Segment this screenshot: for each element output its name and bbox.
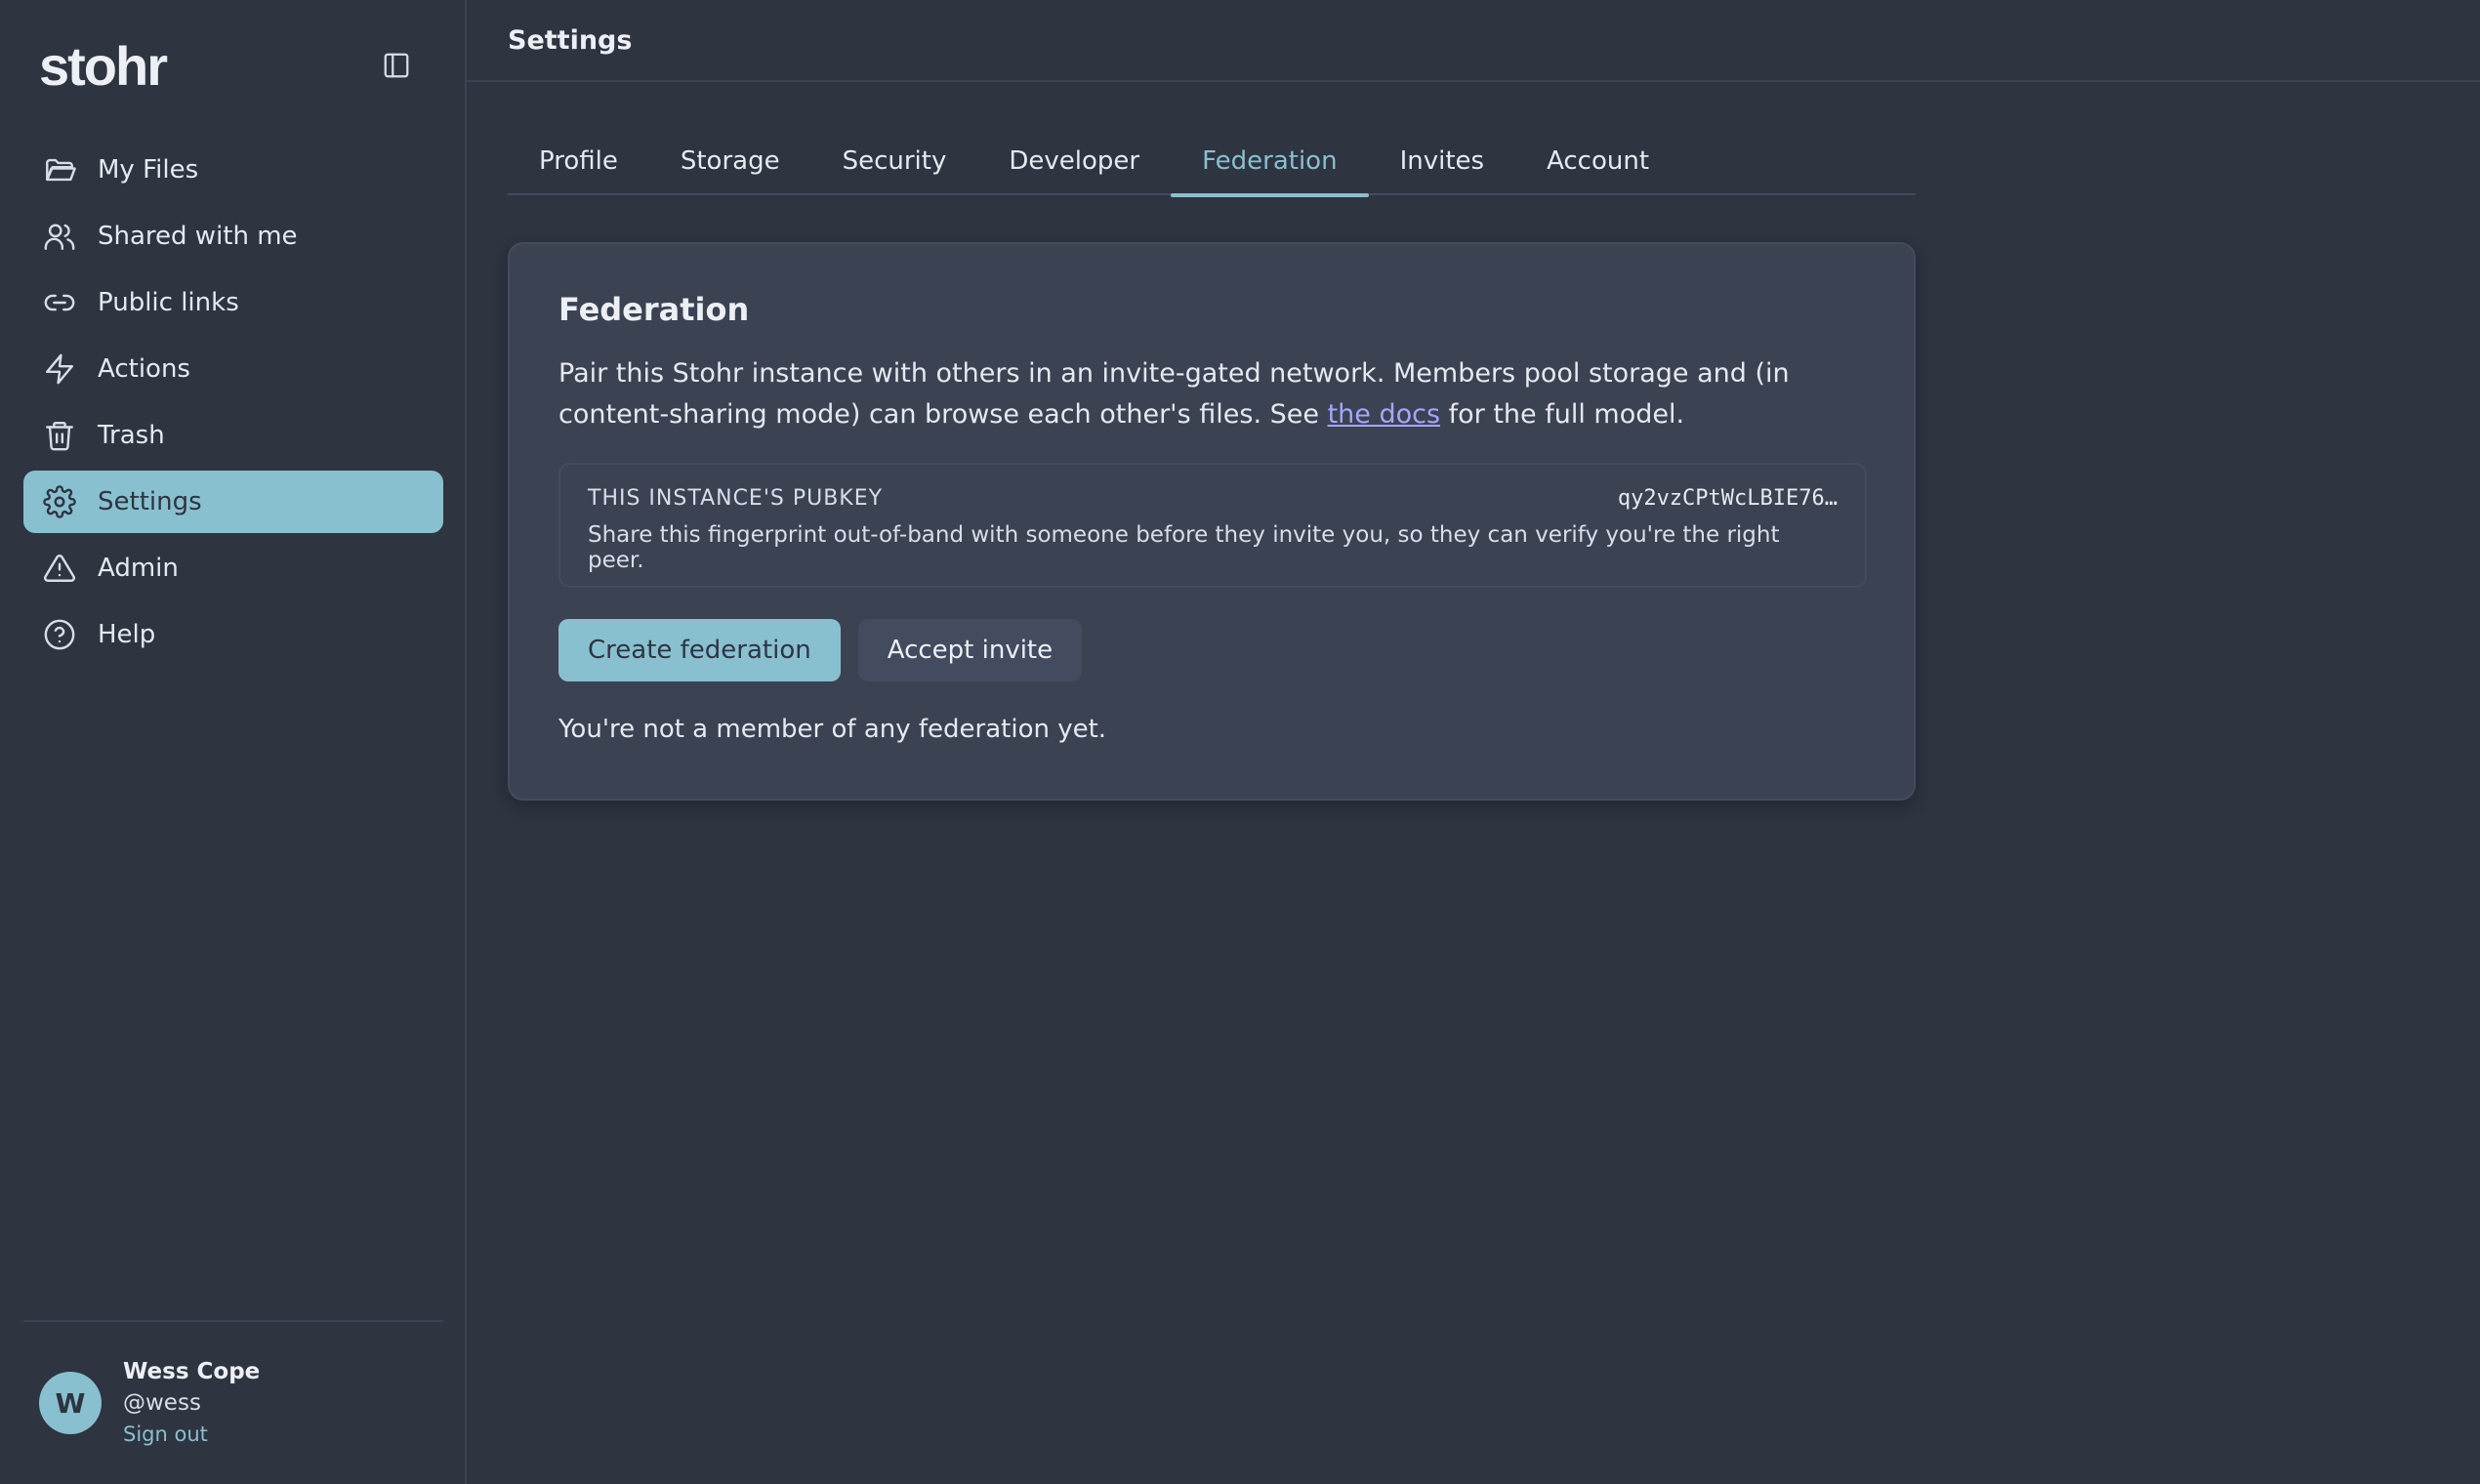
tab-security[interactable]: Security <box>811 127 978 195</box>
pubkey-label: THIS INSTANCE'S PUBKEY <box>588 486 884 511</box>
link-icon <box>41 284 78 321</box>
sidebar-item-label: Actions <box>98 354 190 384</box>
user-handle: @wess <box>123 1390 201 1416</box>
card-description: Pair this Stohr instance with others in … <box>558 353 1867 435</box>
tab-developer[interactable]: Developer <box>977 127 1171 195</box>
docs-link[interactable]: the docs <box>1328 399 1440 430</box>
pubkey-help-text: Share this fingerprint out-of-band with … <box>588 522 1780 573</box>
sidebar-toggle-button[interactable] <box>373 42 420 89</box>
federation-actions: Create federation Accept invite <box>558 619 1865 681</box>
sidebar-item-label: Help <box>98 620 156 649</box>
sidebar-item-label: Settings <box>98 487 202 516</box>
sidebar: stohr My Files Shared with me Public lin… <box>0 0 467 1484</box>
user-info: Wess Cope @wess Sign out <box>123 1356 260 1450</box>
sidebar-item-my-files[interactable]: My Files <box>23 139 443 201</box>
trash-icon <box>41 417 78 454</box>
tab-storage[interactable]: Storage <box>649 127 811 195</box>
page-title: Settings <box>508 24 633 56</box>
sidebar-item-trash[interactable]: Trash <box>23 404 443 467</box>
create-federation-button[interactable]: Create federation <box>558 619 841 681</box>
sidebar-item-label: Admin <box>98 554 179 583</box>
card-title: Federation <box>558 291 750 328</box>
help-icon <box>41 616 78 653</box>
sidebar-item-label: Trash <box>98 421 165 450</box>
tab-invites[interactable]: Invites <box>1369 127 1516 195</box>
federation-card: Federation Pair this Stohr instance with… <box>508 242 1916 801</box>
settings-tabs: Profile Storage Security Developer Feder… <box>508 127 1916 197</box>
empty-state-message: You're not a member of any federation ye… <box>558 715 1107 744</box>
pubkey-row: THIS INSTANCE'S PUBKEY qy2vzCPtWcLBIE76… <box>588 486 1838 511</box>
brand-row: stohr <box>39 29 430 102</box>
sidebar-item-label: Public links <box>98 288 239 317</box>
gear-icon <box>41 483 78 520</box>
sidebar-item-actions[interactable]: Actions <box>23 338 443 400</box>
avatar[interactable]: W <box>39 1372 102 1434</box>
sidebar-item-shared-with-me[interactable]: Shared with me <box>23 205 443 268</box>
sidebar-nav: My Files Shared with me Public links Act… <box>23 139 443 670</box>
tab-federation[interactable]: Federation <box>1171 127 1370 197</box>
sign-out-link[interactable]: Sign out <box>123 1419 260 1450</box>
sidebar-toggle-icon <box>382 51 411 80</box>
warning-icon <box>41 550 78 587</box>
sidebar-item-settings[interactable]: Settings <box>23 471 443 533</box>
sidebar-item-public-links[interactable]: Public links <box>23 271 443 334</box>
users-icon <box>41 218 78 255</box>
tab-profile[interactable]: Profile <box>508 127 649 195</box>
user-name: Wess Cope <box>123 1359 261 1384</box>
sidebar-item-admin[interactable]: Admin <box>23 537 443 599</box>
lightning-icon <box>41 350 78 388</box>
sidebar-item-help[interactable]: Help <box>23 603 443 666</box>
description-text-end: for the full model. <box>1440 399 1685 430</box>
brand-logo[interactable]: stohr <box>39 34 168 98</box>
sidebar-item-label: Shared with me <box>98 222 298 251</box>
folder-icon <box>41 151 78 188</box>
main-content: Settings Profile Storage Security Develo… <box>467 0 2480 1484</box>
pubkey-box: THIS INSTANCE'S PUBKEY qy2vzCPtWcLBIE76…… <box>558 463 1867 588</box>
topbar: Settings <box>467 0 2480 82</box>
app-root: stohr My Files Shared with me Public lin… <box>0 0 2480 1484</box>
user-block: W Wess Cope @wess Sign out <box>23 1320 443 1484</box>
sidebar-item-label: My Files <box>98 155 199 185</box>
tab-account[interactable]: Account <box>1515 127 1680 195</box>
accept-invite-button[interactable]: Accept invite <box>857 619 1083 681</box>
pubkey-value[interactable]: qy2vzCPtWcLBIE76… <box>1618 486 1838 511</box>
